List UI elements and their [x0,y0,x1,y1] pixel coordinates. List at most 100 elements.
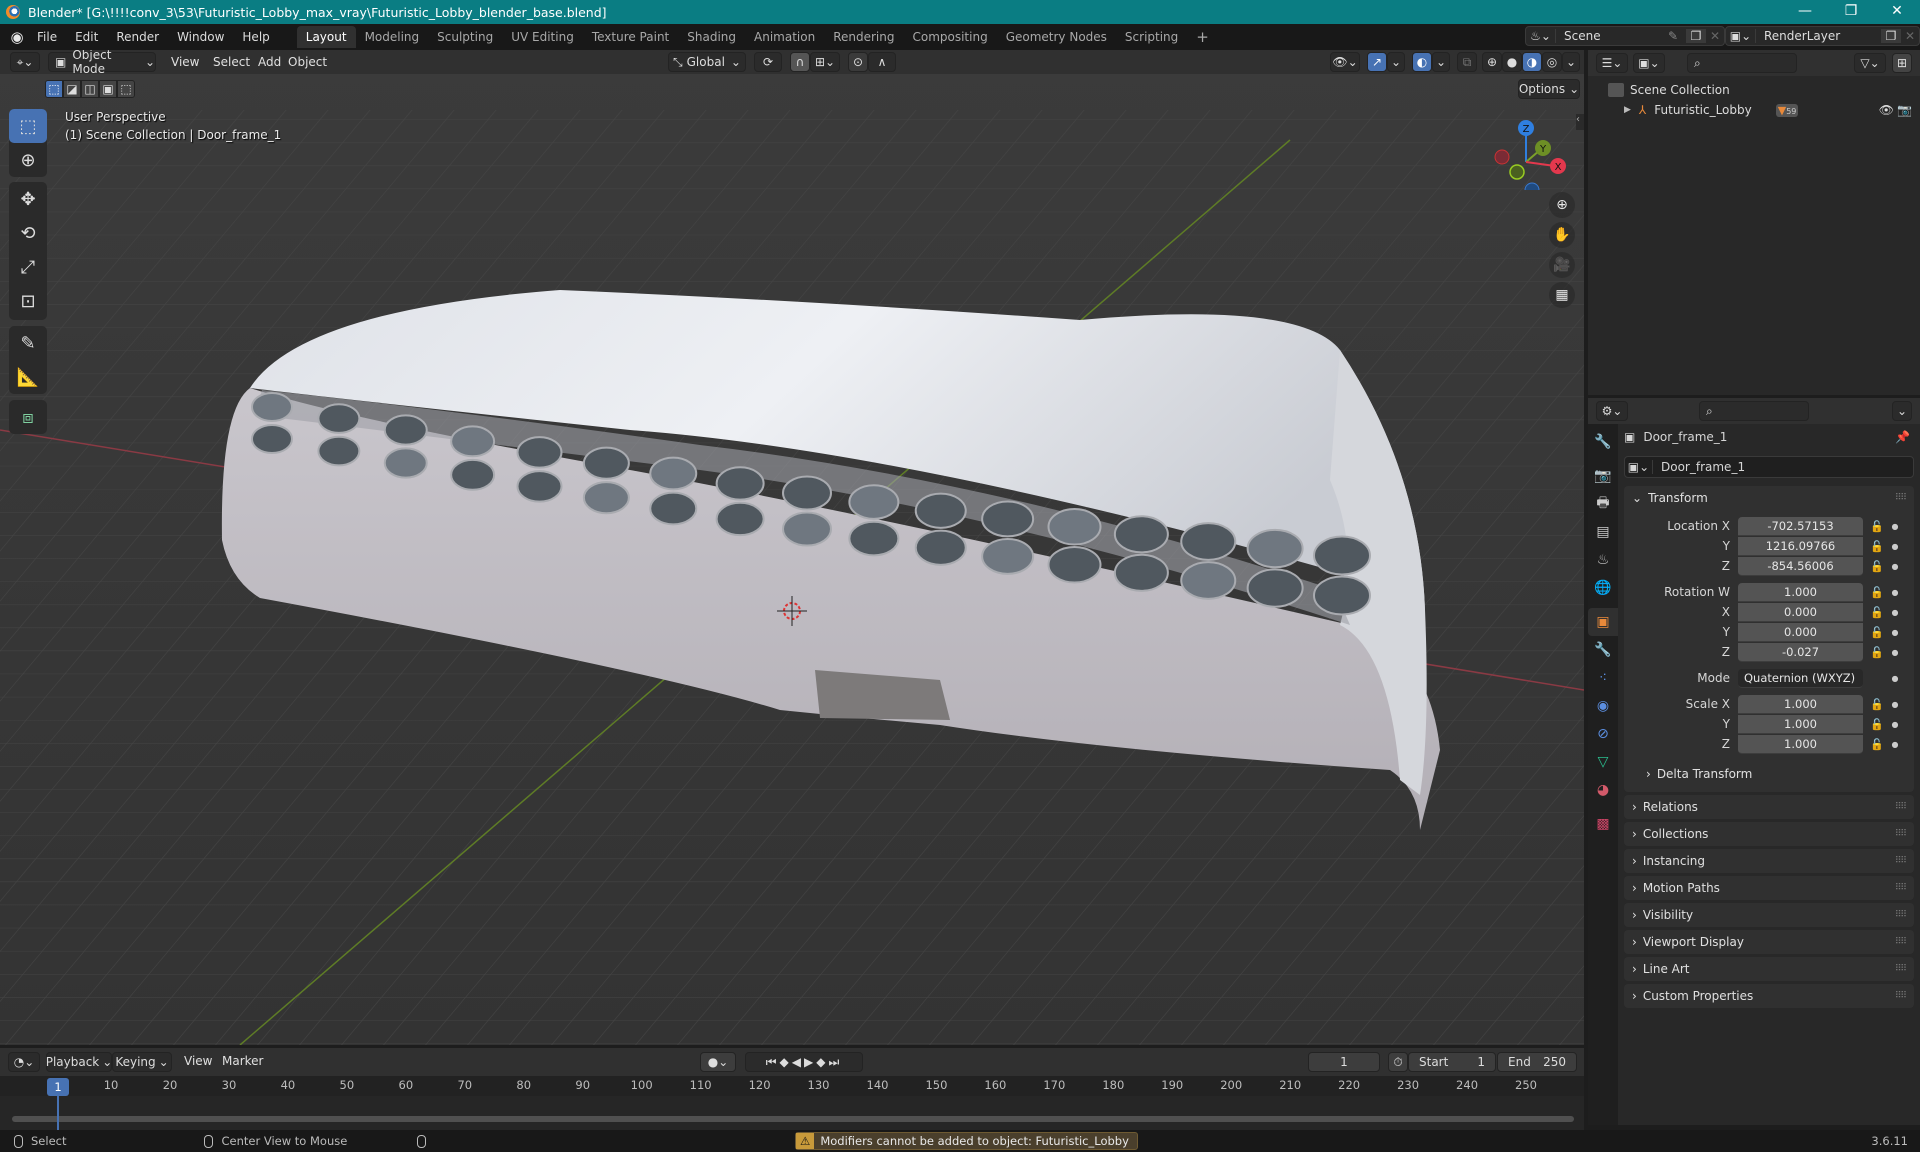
tool-select-box[interactable]: ⬚ [9,109,47,143]
drag-grip-icon[interactable]: ⠿⠿ [1895,910,1907,920]
transform-orientation-selector[interactable]: ⤡ Global ⌄ [668,52,746,72]
tab-modifiers[interactable]: 🔧 [1588,636,1618,664]
lock-icon[interactable]: 🔓 [1868,540,1886,553]
menu-window[interactable]: Window [168,30,233,44]
keyframe-dot-icon[interactable]: ● [1890,740,1900,749]
properties-search-input[interactable]: ⌕ [1699,401,1809,421]
gizmo-toggle[interactable]: ↗ [1367,52,1387,72]
drag-grip-icon[interactable]: ⠿⠿ [1895,937,1907,947]
remove-view-layer-icon[interactable]: ✕ [1901,29,1919,43]
tab-rendering[interactable]: Rendering [824,26,903,48]
timeline-track-area[interactable] [0,1096,1584,1130]
rotation-z-field[interactable]: -0.027 [1738,642,1863,662]
tab-shading[interactable]: Shading [678,26,745,48]
falloff-button[interactable]: ∧ [868,52,896,72]
lock-icon[interactable]: 🔓 [1868,586,1886,599]
outliner-row-futuristic-lobby[interactable]: ▶ ⅄ Futuristic_Lobby ▼59 👁 📷 [1588,100,1920,120]
rotation-y-field[interactable]: 0.000 [1738,622,1863,642]
timeline-menu-marker[interactable]: Marker [214,1054,271,1068]
keyframe-dot-icon[interactable]: ● [1890,648,1900,657]
lock-icon[interactable]: 🔓 [1868,698,1886,711]
location-z-field[interactable]: -854.56006 [1738,556,1863,576]
visibility-selectability-button[interactable]: 👁⌄ [1330,52,1360,72]
shading-dropdown[interactable]: ⌄ [1562,52,1580,72]
prev-keyframe-icon[interactable]: ◆ [780,1055,792,1069]
tool-move[interactable]: ✥ [9,182,47,216]
new-scene-icon[interactable]: ❐ [1686,29,1706,43]
blender-menu-icon[interactable]: ◉ [6,28,28,46]
tool-cursor[interactable]: ⊕ [9,143,47,177]
outliner-editor-type[interactable]: ☰⌄ [1596,53,1628,73]
viewport-display-panel[interactable]: › Viewport Display ⠿⠿ [1624,930,1914,954]
drag-grip-icon[interactable]: ⠿⠿ [1895,829,1907,839]
location-x-field[interactable]: -702.57153 [1738,516,1863,536]
keyframe-dot-icon[interactable]: ● [1890,588,1900,597]
tab-texture[interactable]: ▩ [1588,810,1618,838]
tab-compositing[interactable]: Compositing [903,26,996,48]
tool-transform[interactable]: ⊡ [9,284,47,318]
navigation-gizmo[interactable]: Z Y X [1488,110,1568,190]
new-collection-button[interactable]: ⊞ [1892,53,1912,73]
rotation-x-field[interactable]: 0.000 [1738,602,1863,622]
tab-data[interactable]: ▽ [1588,748,1618,776]
playhead-frame-label[interactable]: 1 [47,1078,69,1096]
visibility-panel[interactable]: › Visibility ⠿⠿ [1624,903,1914,927]
tab-object[interactable]: ▣ [1588,608,1618,636]
select-new-button[interactable]: ⬚ [45,80,63,98]
children-badge[interactable]: ▼59 [1775,103,1799,117]
properties-editor-type[interactable]: ⚙⌄ [1596,401,1628,421]
shading-rendered[interactable]: ◎ [1542,52,1562,72]
keyframe-dot-icon[interactable]: ● [1890,608,1900,617]
lock-icon[interactable]: 🔓 [1868,520,1886,533]
play-reverse-icon[interactable]: ◀ [792,1055,804,1069]
tool-scale[interactable]: ⤢ [9,250,47,284]
menu-help[interactable]: Help [233,30,278,44]
keyframe-dot-icon[interactable]: ● [1890,522,1900,531]
sidebar-toggle-icon[interactable]: ‹ [1576,114,1584,130]
tool-measure[interactable]: 📐 [9,360,47,394]
timeline-scrollbar[interactable] [12,1116,1574,1122]
scale-x-field[interactable]: 1.000 [1738,694,1863,714]
view-layer-name-field[interactable]: RenderLayer [1756,29,1881,43]
tool-rotate[interactable]: ⟲ [9,216,47,250]
snap-toggle[interactable]: ∩ [790,52,810,72]
filter-button[interactable]: ▽⌄ [1854,53,1886,73]
transform-panel-header[interactable]: ⌄ Transform ⠿⠿ [1624,486,1914,510]
line-art-panel[interactable]: › Line Art ⠿⠿ [1624,957,1914,981]
warning-report[interactable]: ⚠ Modifiers cannot be added to object: F… [795,1132,1138,1150]
tab-sculpting[interactable]: Sculpting [428,26,502,48]
3d-viewport[interactable]: ⌖⌄ ▣ Object Mode ⌄ View Select Add Object… [0,50,1584,1045]
snap-target-button[interactable]: ⊞⌄ [810,52,840,72]
maximize-button[interactable]: ❐ [1828,0,1874,24]
outliner-search-input[interactable]: ⌕ [1687,53,1797,73]
drag-grip-icon[interactable]: ⠿⠿ [1895,883,1907,893]
rotation-mode-dropdown[interactable]: Quaternion (WXYZ) ⌄ [1738,668,1863,704]
editor-type-button[interactable]: ⌖⌄ [10,52,40,72]
next-keyframe-icon[interactable]: ◆ [816,1055,828,1069]
options-dropdown[interactable]: Options ⌄ [1518,79,1580,99]
remove-scene-icon[interactable]: ✕ [1706,29,1724,43]
camera-view-button[interactable]: 🎥 [1549,252,1575,278]
tab-tool[interactable]: 🔧 [1588,428,1618,456]
render-camera-icon[interactable]: 📷 [1897,103,1912,117]
tab-render[interactable]: 📷 [1588,462,1618,490]
zoom-view-button[interactable]: ⊕ [1549,192,1575,218]
jump-start-icon[interactable]: ⏮ [766,1055,780,1070]
scene-selector[interactable]: ♨⌄ Scene ✎ ❐ ✕ [1525,26,1725,46]
tool-add-cube[interactable]: ⧈ [9,400,47,434]
frame-ruler[interactable]: 10 20 30 40 50 60 70 80 90 100 110 120 130 140 150 160 1… [0,1076,1584,1096]
timeline-editor-type[interactable]: ◔⌄ [8,1052,40,1072]
xray-toggle[interactable]: ⧉ [1457,52,1477,72]
drag-grip-icon[interactable]: ⠿⠿ [1895,964,1907,974]
scale-z-field[interactable]: 1.000 [1738,734,1863,754]
tab-layout[interactable]: Layout [296,26,356,48]
menu-render[interactable]: Render [107,30,168,44]
tab-scene[interactable]: ♨ [1588,546,1618,574]
overlays-toggle[interactable]: ◐ [1412,52,1432,72]
pivot-point-button[interactable]: ⟳ [754,52,782,72]
tab-texture-paint[interactable]: Texture Paint [583,26,678,48]
tab-modeling[interactable]: Modeling [356,26,429,48]
auto-keying-toggle[interactable]: ●⌄ [700,1052,736,1072]
new-view-layer-icon[interactable]: ❐ [1881,29,1901,43]
playback-menu[interactable]: Playback ⌄ [46,1052,112,1072]
